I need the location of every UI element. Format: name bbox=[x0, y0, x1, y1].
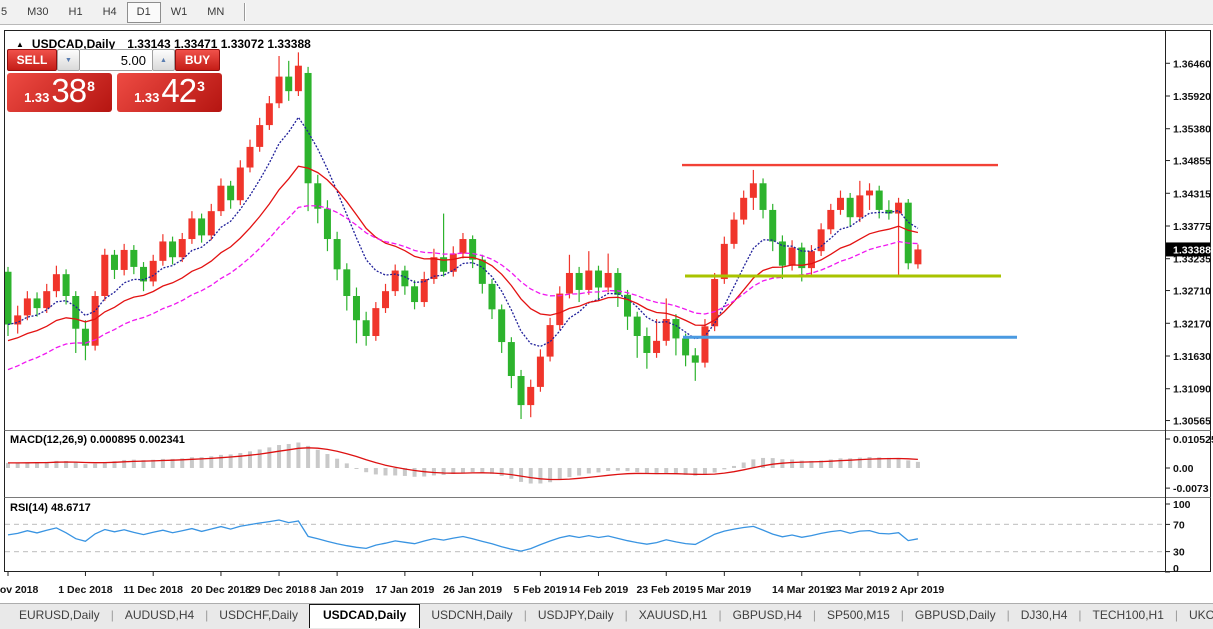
svg-text:70: 70 bbox=[1173, 519, 1185, 531]
one-click-trading-panel: SELL ▼ 5.00 ▲ BUY 1.33 38 8 1.33 42 3 bbox=[7, 49, 222, 112]
sell-price-prefix: 1.33 bbox=[24, 90, 50, 105]
svg-text:1.31090: 1.31090 bbox=[1173, 384, 1211, 396]
svg-text:23 Mar 2019: 23 Mar 2019 bbox=[830, 584, 890, 596]
svg-text:1 Dec 2018: 1 Dec 2018 bbox=[58, 584, 112, 596]
volume-decrease-button[interactable]: ▼ bbox=[57, 49, 80, 71]
svg-text:1.35920: 1.35920 bbox=[1173, 91, 1211, 103]
chart-tab-usdchf[interactable]: USDCHF,Daily bbox=[208, 604, 309, 626]
buy-button[interactable]: BUY bbox=[175, 49, 220, 71]
svg-text:1.32710: 1.32710 bbox=[1173, 286, 1211, 298]
timeframe-toolbar: 5 M30 H1 H4 D1 W1 MN bbox=[0, 0, 1213, 25]
collapse-panel-arrow[interactable]: ▲ bbox=[16, 40, 24, 49]
trade-panel-price-row: 1.33 38 8 1.33 42 3 bbox=[7, 73, 222, 112]
timeframe-button-h1[interactable]: H1 bbox=[59, 2, 93, 23]
svg-text:100: 100 bbox=[1173, 499, 1191, 511]
buy-price-pipette: 3 bbox=[197, 78, 205, 94]
timeframe-button-w1[interactable]: W1 bbox=[161, 2, 198, 23]
chart-tab-ukc[interactable]: UKC bbox=[1178, 604, 1213, 626]
chart-tab-usdjpy[interactable]: USDJPY,Daily bbox=[527, 604, 625, 626]
trade-panel-top-row: SELL ▼ 5.00 ▲ BUY bbox=[7, 49, 222, 71]
rsi-indicator-label: RSI(14) 48.6717 bbox=[10, 502, 91, 514]
chart-tab-usdcad[interactable]: USDCAD,Daily bbox=[308, 604, 421, 628]
buy-price-big: 42 bbox=[161, 72, 197, 109]
rsi-pane bbox=[5, 519, 1165, 553]
svg-text:8 Jan 2019: 8 Jan 2019 bbox=[311, 584, 364, 596]
volume-increase-button[interactable]: ▲ bbox=[152, 49, 175, 71]
buy-price-button[interactable]: 1.33 42 3 bbox=[117, 73, 222, 112]
svg-text:0.010525: 0.010525 bbox=[1173, 434, 1213, 446]
chart-tab-xauusd[interactable]: XAUUSD,H1 bbox=[628, 604, 719, 626]
volume-input[interactable]: 5.00 bbox=[80, 49, 152, 71]
svg-text:1.34315: 1.34315 bbox=[1173, 188, 1211, 200]
toolbar-separator bbox=[244, 3, 247, 21]
chart-tab-gbpusd[interactable]: GBPUSD,H4 bbox=[722, 604, 813, 626]
svg-text:1.32170: 1.32170 bbox=[1173, 318, 1211, 330]
svg-text:1.34855: 1.34855 bbox=[1173, 156, 1211, 168]
timeframe-button-mn[interactable]: MN bbox=[197, 2, 234, 23]
svg-text:1.35380: 1.35380 bbox=[1173, 124, 1211, 136]
svg-text:5 Mar 2019: 5 Mar 2019 bbox=[697, 584, 751, 596]
svg-text:-0.0073: -0.0073 bbox=[1173, 483, 1209, 495]
mt4-window: 1.36460 1.35920 1.35380 1.34855 1.34315 1.337… bbox=[0, 0, 1213, 629]
timeframe-button-m30[interactable]: M30 bbox=[17, 2, 58, 23]
timeframe-button-d1[interactable]: D1 bbox=[126, 1, 161, 23]
svg-text:2 Apr 2019: 2 Apr 2019 bbox=[892, 584, 945, 596]
date-axis: 22 Nov 2018 1 Dec 2018 11 Dec 2018 20 Dec 2… bbox=[0, 572, 944, 596]
chart-tab-audusd[interactable]: AUDUSD,H4 bbox=[114, 604, 205, 626]
chart-tab-bar: EURUSD,Daily | AUDUSD,H4 | USDCHF,Daily USDCA… bbox=[0, 603, 1213, 629]
svg-text:14 Feb 2019: 14 Feb 2019 bbox=[569, 584, 629, 596]
chart-tab-dj30[interactable]: DJ30,H4 bbox=[1010, 604, 1079, 626]
svg-text:14 Mar 2019: 14 Mar 2019 bbox=[772, 584, 832, 596]
svg-text:1.33388: 1.33388 bbox=[1173, 244, 1211, 256]
svg-text:29 Dec 2018: 29 Dec 2018 bbox=[249, 584, 309, 596]
chart-tab-tech100[interactable]: TECH100,H1 bbox=[1082, 604, 1175, 626]
svg-text:1.30565: 1.30565 bbox=[1173, 416, 1211, 428]
svg-text:22 Nov 2018: 22 Nov 2018 bbox=[0, 584, 39, 596]
svg-text:17 Jan 2019: 17 Jan 2019 bbox=[375, 584, 434, 596]
macd-pane bbox=[6, 442, 920, 484]
svg-text:23 Feb 2019: 23 Feb 2019 bbox=[636, 584, 696, 596]
sell-price-button[interactable]: 1.33 38 8 bbox=[7, 73, 112, 112]
chart-tab-usdcnh[interactable]: USDCNH,Daily bbox=[420, 604, 523, 626]
sell-price-pipette: 8 bbox=[87, 78, 95, 94]
svg-text:5 Feb 2019: 5 Feb 2019 bbox=[514, 584, 568, 596]
svg-text:0: 0 bbox=[1173, 563, 1179, 575]
sell-button[interactable]: SELL bbox=[7, 49, 57, 71]
chart-tab-eurusd[interactable]: EURUSD,Daily bbox=[8, 604, 111, 626]
svg-text:1.33775: 1.33775 bbox=[1173, 221, 1211, 233]
svg-text:30: 30 bbox=[1173, 547, 1185, 559]
svg-text:1.36460: 1.36460 bbox=[1173, 58, 1211, 70]
timeframe-button-h4[interactable]: H4 bbox=[93, 2, 127, 23]
svg-text:20 Dec 2018: 20 Dec 2018 bbox=[191, 584, 251, 596]
macd-indicator-label: MACD(12,26,9) 0.000895 0.002341 bbox=[10, 434, 185, 446]
svg-text:11 Dec 2018: 11 Dec 2018 bbox=[123, 584, 183, 596]
sell-price-big: 38 bbox=[51, 72, 87, 109]
svg-text:0.00: 0.00 bbox=[1173, 463, 1194, 475]
chart-tab-gbpusd[interactable]: GBPUSD,Daily bbox=[904, 604, 1007, 626]
chart-tab-sp500[interactable]: SP500,M15 bbox=[816, 604, 901, 626]
timeframe-button-5[interactable]: 5 bbox=[0, 2, 17, 23]
buy-price-prefix: 1.33 bbox=[134, 90, 160, 105]
svg-text:1.31630: 1.31630 bbox=[1173, 351, 1211, 363]
svg-text:26 Jan 2019: 26 Jan 2019 bbox=[443, 584, 502, 596]
